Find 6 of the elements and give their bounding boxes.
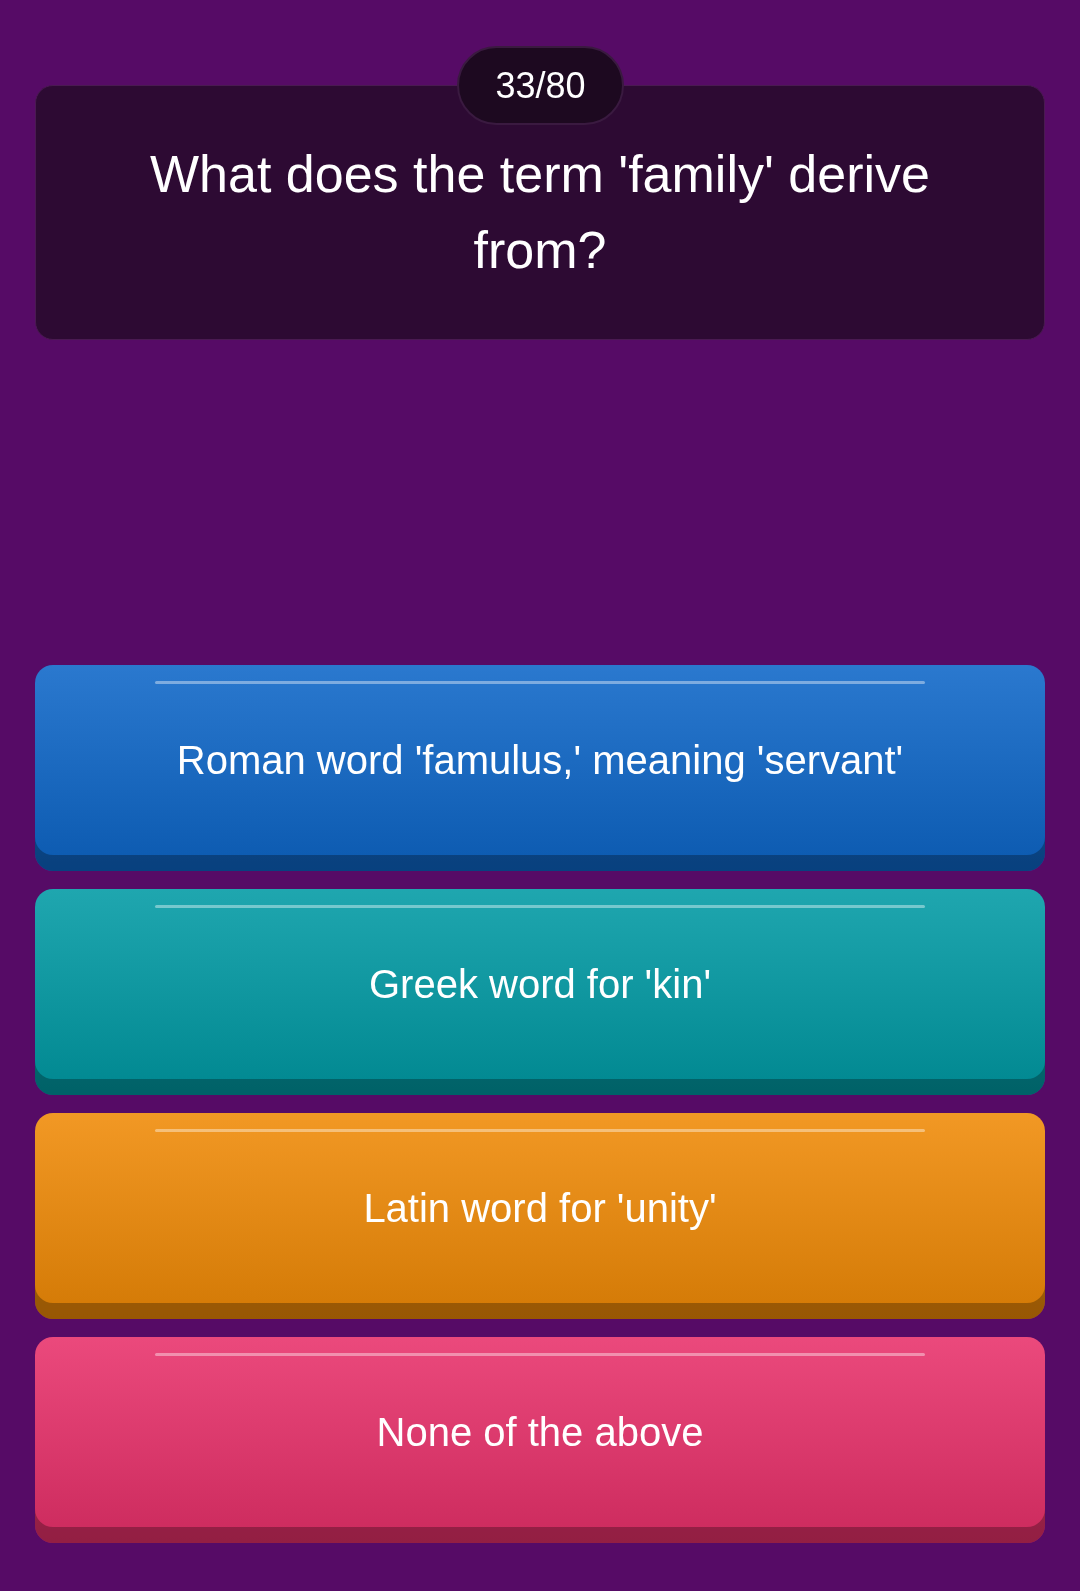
answer-button[interactable]: None of the above — [35, 1337, 1045, 1543]
answer-button[interactable]: Greek word for 'kin' — [35, 889, 1045, 1095]
question-text: What does the term 'family' derive from? — [149, 144, 931, 281]
answer-button[interactable]: Latin word for 'unity' — [35, 1113, 1045, 1319]
question-counter: 33/80 — [457, 46, 624, 125]
answer-button[interactable]: Roman word 'famulus,' meaning 'servant' — [35, 665, 1045, 871]
